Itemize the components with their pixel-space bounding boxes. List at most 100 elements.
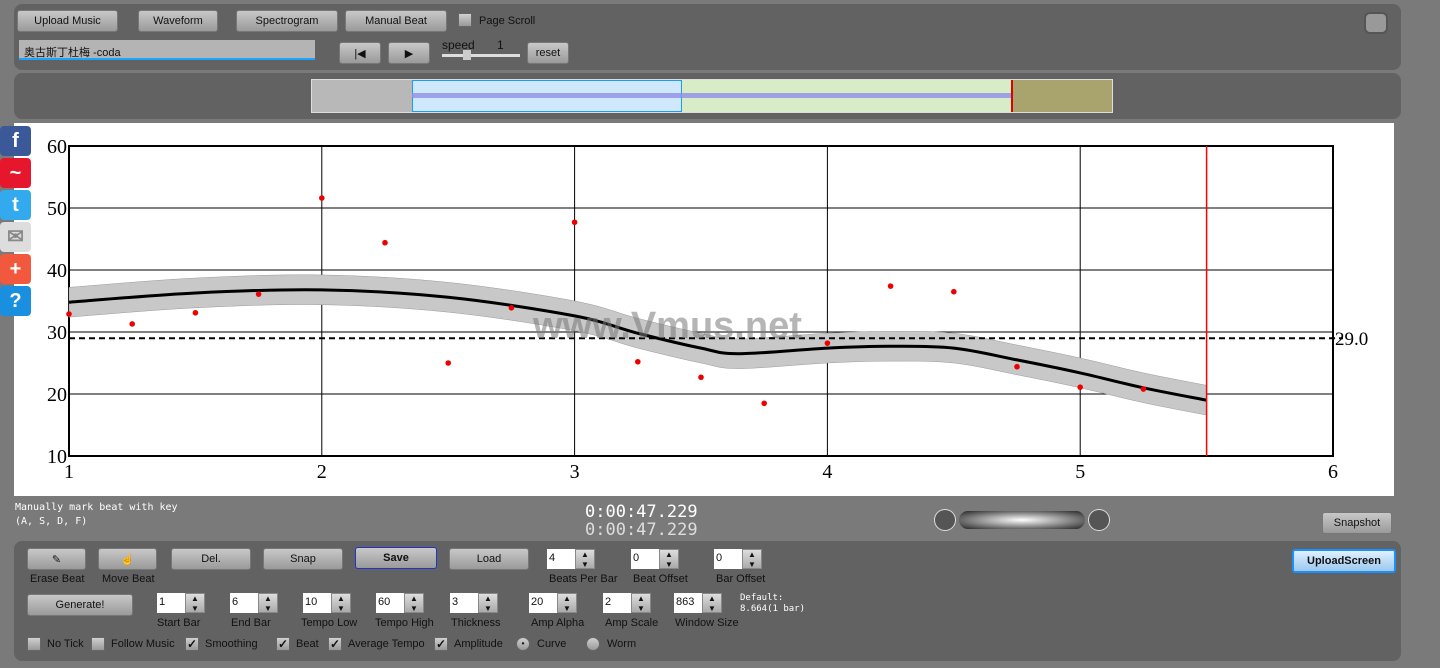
move-beat-button[interactable]: ☝ [98,548,157,570]
beat-point [382,239,388,246]
amp-scale-spinner[interactable]: 2 ▲ ▼ [603,593,651,613]
y-tick-label: 50 [47,198,67,220]
amp-alpha-arrows[interactable]: ▲ ▼ [557,593,577,613]
waveform-button[interactable]: Waveform [138,10,218,32]
end-bar-arrows[interactable]: ▲ ▼ [258,593,278,613]
speed-slider-thumb[interactable] [463,50,471,60]
amp-alpha-spinner[interactable]: 20 ▲ ▼ [529,593,577,613]
bar-offset-value[interactable]: 0 [714,549,742,569]
end-bar-value[interactable]: 6 [230,593,258,613]
tempo-high-spinner[interactable]: 60 ▲ ▼ [376,593,424,613]
y-tick-label: 10 [47,446,67,468]
curve-radio[interactable]: • [516,637,530,651]
manual-beat-button[interactable]: Manual Beat [345,10,447,32]
snapshot-button[interactable]: Snapshot [1322,512,1392,534]
amp-scale-value[interactable]: 2 [603,593,631,613]
worm-radio[interactable] [586,637,600,651]
tempo-low-spinner[interactable]: 10 ▲ ▼ [303,593,351,613]
weibo-icon[interactable]: ~ [0,158,31,188]
zoom-track[interactable] [958,511,1086,529]
facebook-icon[interactable]: f [0,126,31,156]
spectrogram-button[interactable]: Spectrogram [236,10,338,32]
beat-point [635,358,641,365]
waveform-overview[interactable] [311,79,1113,113]
window-size-value[interactable]: 863 [674,593,702,613]
waveform-zoom-slider[interactable] [934,509,1110,531]
beat-point [1077,384,1083,390]
snap-button[interactable]: Snap [263,548,343,570]
tempo-low-value[interactable]: 10 [303,593,331,613]
song-title-input[interactable]: 奥古斯丁杜梅 -coda [19,40,315,60]
bar-offset-spinner[interactable]: 0 ▲ ▼ [714,549,762,569]
beat-point [319,195,325,201]
beat-point [66,311,72,317]
smoothing-label: Smoothing [205,638,258,650]
upload-music-button[interactable]: Upload Music [17,10,118,32]
generate-button[interactable]: Generate! [27,594,133,616]
erase-beat-button[interactable]: ✎ [27,548,86,570]
beat-checkbox[interactable]: ✓ [276,637,290,651]
smoothing-checkbox[interactable]: ✓ [185,637,199,651]
beats-per-bar-value[interactable]: 4 [547,549,575,569]
thickness-value[interactable]: 3 [450,593,478,613]
window-size-label: Window Size [675,617,739,629]
bar-offset-arrows[interactable]: ▲ ▼ [742,549,762,569]
beat-point [698,374,704,381]
tempo-high-arrows[interactable]: ▲ ▼ [404,593,424,613]
beat-offset-label: Beat Offset [633,573,688,585]
thickness-spinner[interactable]: 3 ▲ ▼ [450,593,498,613]
reset-button[interactable]: reset [527,42,569,64]
start-bar-value[interactable]: 1 [157,593,185,613]
y-tick-label: 20 [47,384,67,406]
y-tick-label: 40 [47,260,67,282]
window-size-spinner[interactable]: 863 ▲ ▼ [674,593,722,613]
play-button[interactable]: ▶ [388,42,430,64]
speed-slider[interactable] [442,50,520,60]
amp-scale-label: Amp Scale [605,617,659,629]
amp-alpha-value[interactable]: 20 [529,593,557,613]
move-beat-label: Move Beat [102,573,155,585]
no-tick-checkbox[interactable] [27,637,41,651]
waveform-small-icon[interactable] [1088,509,1110,531]
average-tempo-checkbox[interactable]: ✓ [328,637,342,651]
x-tick-label: 2 [317,461,327,483]
beat-point [571,219,578,226]
playhead-marker[interactable] [1011,80,1013,112]
x-tick-label: 5 [1075,461,1085,483]
tempo-low-arrows[interactable]: ▲ ▼ [331,593,351,613]
save-button[interactable]: Save [355,547,437,569]
amplitude-checkbox[interactable]: ✓ [434,637,448,651]
amp-scale-arrows[interactable]: ▲ ▼ [631,593,651,613]
tempo-high-value[interactable]: 60 [376,593,404,613]
upload-screen-button[interactable]: UploadScreen [1292,549,1396,573]
beat-point [1014,363,1020,370]
beats-per-bar-arrows[interactable]: ▲ ▼ [575,549,595,569]
x-tick-label: 3 [570,461,580,483]
erase-beat-label: Erase Beat [30,573,85,585]
top-toolbar [14,4,1401,70]
share-plus-icon[interactable]: + [0,254,31,284]
rewind-button[interactable]: |◀ [339,42,381,64]
delete-button[interactable]: Del. [171,548,251,570]
beat-offset-value[interactable]: 0 [631,549,659,569]
beat-offset-spinner[interactable]: 0 ▲ ▼ [631,549,679,569]
average-tempo-label: Average Tempo [348,638,425,650]
follow-music-checkbox[interactable] [91,637,105,651]
start-bar-spinner[interactable]: 1 ▲ ▼ [157,593,205,613]
page-scroll-checkbox[interactable] [458,13,472,27]
beats-per-bar-spinner[interactable]: 4 ▲ ▼ [547,549,595,569]
start-bar-label: Start Bar [157,617,201,629]
beat-point [761,400,767,407]
email-icon[interactable]: ✉ [0,222,31,252]
start-bar-arrows[interactable]: ▲ ▼ [185,593,205,613]
help-icon[interactable]: ? [0,286,31,316]
window-size-arrows[interactable]: ▲ ▼ [702,593,722,613]
twitter-icon[interactable]: t [0,190,31,220]
screen-icon[interactable] [1364,12,1388,34]
beat-label: Beat [296,638,319,650]
waveform-icon[interactable] [934,509,956,531]
load-button[interactable]: Load [449,548,529,570]
thickness-arrows[interactable]: ▲ ▼ [478,593,498,613]
beat-offset-arrows[interactable]: ▲ ▼ [659,549,679,569]
end-bar-spinner[interactable]: 6 ▲ ▼ [230,593,278,613]
